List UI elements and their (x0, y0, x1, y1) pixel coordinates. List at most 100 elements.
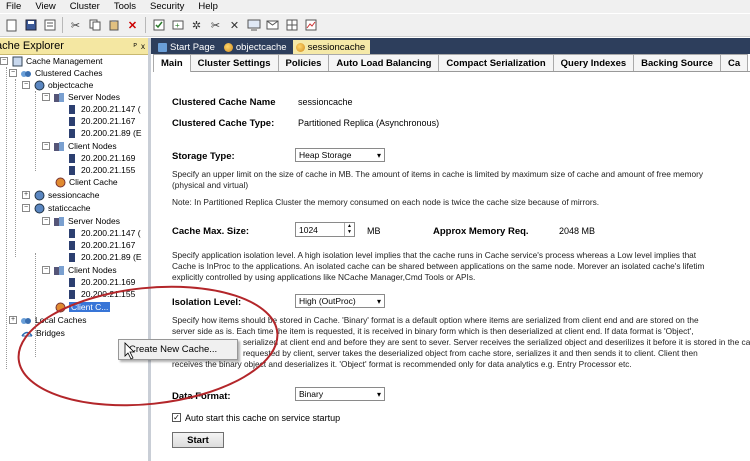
tree-node-client-nodes[interactable]: − Client Nodes (42, 264, 117, 276)
properties-icon[interactable] (150, 17, 167, 34)
isolation-description: explicitly controlled by using applicati… (172, 272, 476, 282)
tab-main[interactable]: Main (153, 54, 191, 72)
collapse-toggle[interactable]: − (9, 69, 17, 77)
tree-node-server-nodes[interactable]: − Server Nodes (42, 91, 120, 103)
tab-sessioncache[interactable]: sessioncache (292, 40, 371, 54)
explorer-title: ache Explorer (0, 40, 64, 52)
cache-max-size-input[interactable]: 1024 ▲ ▼ (295, 222, 355, 237)
tree-node-clustered-caches[interactable]: − Clustered Caches (9, 67, 103, 79)
storage-description: (physical and virtual) (172, 180, 249, 190)
copy-icon[interactable] (86, 17, 103, 34)
tab-policies[interactable]: Policies (277, 54, 330, 71)
cut-icon[interactable]: ✂ (67, 17, 84, 34)
menu-cluster[interactable]: Cluster (64, 1, 108, 12)
format-description: Specify how items should be stored in Ca… (172, 315, 699, 325)
format-description: serialized at client end and before they… (243, 337, 750, 347)
auto-start-checkbox[interactable]: ✓ (172, 413, 181, 422)
tree-node-server-nodes[interactable]: − Server Nodes (42, 215, 120, 227)
tree-node-server-ip[interactable]: 20.200.21.89 (E (66, 251, 142, 263)
menu-security[interactable]: Security (144, 1, 192, 12)
clustered-cache-type-value: Partitioned Replica (Asynchronous) (298, 118, 440, 128)
new-file-icon[interactable] (3, 17, 20, 34)
tree-node-client-ip[interactable]: 20.200.21.155 (66, 288, 135, 300)
tab-auto-load-balancing[interactable]: Auto Load Balancing (328, 54, 440, 71)
chevron-down-icon: ▾ (376, 390, 381, 399)
tab-start-page[interactable]: Start Page (155, 40, 220, 54)
monitor-icon[interactable] (245, 17, 262, 34)
tree-label: staticcache (48, 203, 91, 213)
isolation-description: Cache is InProc to the applications. An … (172, 261, 705, 271)
chart-icon[interactable] (302, 17, 319, 34)
tab-cluster-settings[interactable]: Cluster Settings (189, 54, 279, 71)
tree-node-sessioncache[interactable]: + sessioncache (22, 189, 100, 201)
start-button[interactable]: Start (172, 432, 224, 448)
cache-tab-icon (295, 42, 305, 52)
tree-node-client-ip[interactable]: 20.200.21.155 (66, 164, 135, 176)
settings-icon[interactable]: ✕ (226, 17, 243, 34)
collapse-toggle[interactable]: − (42, 217, 50, 225)
save-icon[interactable] (22, 17, 39, 34)
document-tabs: Start Page objectcache sessioncache (151, 38, 750, 54)
grid-icon[interactable] (283, 17, 300, 34)
tab-ca[interactable]: Ca (719, 54, 749, 71)
tree-node-server-ip[interactable]: 20.200.21.167 (66, 115, 135, 127)
storage-description: Specify an upper limit on the size of ca… (172, 169, 704, 179)
cache-config-content: Main Cluster Settings Policies Auto Load… (151, 54, 750, 461)
tree-node-client-nodes[interactable]: − Client Nodes (42, 140, 117, 152)
tab-backing-source[interactable]: Backing Source (633, 54, 721, 71)
create-new-cache-menu-item[interactable]: Create New Cache... (119, 344, 217, 355)
collapse-toggle[interactable]: − (42, 142, 50, 150)
tree-node-server-ip[interactable]: 20.200.21.147 ( (66, 227, 141, 239)
tree-node-client-ip[interactable]: 20.200.21.169 (66, 276, 135, 288)
toolbar: ✂ ✕ + ✲ ✂ ✕ (0, 14, 750, 37)
email-icon[interactable] (264, 17, 281, 34)
tree-node-objectcache[interactable]: − objectcache (22, 79, 93, 91)
storage-note: Note: In Partitioned Replica Cluster the… (172, 197, 600, 207)
list-icon[interactable] (41, 17, 58, 34)
tree-node-cache-management[interactable]: − Cache Management (0, 55, 103, 67)
tab-compact-serialization[interactable]: Compact Serialization (438, 54, 554, 71)
close-icon[interactable]: x (141, 42, 145, 51)
expand-toggle[interactable]: + (22, 191, 30, 199)
network-icon[interactable]: ✲ (188, 17, 205, 34)
tree-node-client-ip[interactable]: 20.200.21.169 (66, 152, 135, 164)
tree-node-server-ip[interactable]: 20.200.21.89 (E (66, 127, 142, 139)
start-page-icon (158, 42, 167, 52)
collapse-toggle[interactable]: − (42, 266, 50, 274)
expand-toggle[interactable]: + (9, 316, 17, 324)
tree-node-staticcache[interactable]: − staticcache (22, 202, 91, 214)
tree-label: Cache Management (26, 56, 103, 66)
delete-icon[interactable]: ✕ (124, 17, 141, 34)
menu-tools[interactable]: Tools (108, 1, 144, 12)
menu-help[interactable]: Help (192, 1, 226, 12)
collapse-toggle[interactable]: − (42, 93, 50, 101)
pin-icon[interactable]: ᴾ (134, 42, 137, 51)
tree-node-client-cache-selected[interactable]: Client C... (54, 301, 111, 313)
collapse-toggle[interactable]: − (22, 204, 30, 212)
collapse-toggle[interactable]: − (22, 81, 30, 89)
tree-node-bridges[interactable]: Bridges (21, 327, 65, 339)
menu-file[interactable]: File (0, 1, 29, 12)
cache-management-icon (11, 56, 23, 67)
tree-node-server-ip[interactable]: 20.200.21.147 ( (66, 103, 141, 115)
server-icon (66, 252, 78, 263)
clustered-cache-type-label: Clustered Cache Type: (172, 118, 275, 129)
tree-node-local-caches[interactable]: + Local Caches (9, 314, 87, 326)
isolation-level-select[interactable]: High (OutProc) ▾ (295, 294, 385, 308)
chevron-down-icon: ▾ (376, 151, 381, 160)
size-stepper[interactable]: ▲ ▼ (344, 223, 354, 236)
config-subtabs: Main Cluster Settings Policies Auto Load… (153, 54, 750, 72)
tree-node-server-ip[interactable]: 20.200.21.167 (66, 239, 135, 251)
tools-icon[interactable]: ✂ (207, 17, 224, 34)
add-node-icon[interactable]: + (169, 17, 186, 34)
tab-query-indexes[interactable]: Query Indexes (552, 54, 635, 71)
collapse-toggle[interactable]: − (0, 57, 8, 65)
server-nodes-icon (53, 92, 65, 103)
menu-view[interactable]: View (29, 1, 63, 12)
tab-objectcache[interactable]: objectcache (221, 40, 292, 54)
paste-icon[interactable] (105, 17, 122, 34)
data-format-select[interactable]: Binary ▾ (295, 387, 385, 401)
explorer-header: ache Explorer ᴾ x (0, 38, 148, 55)
storage-type-select[interactable]: Heap Storage ▾ (295, 148, 385, 162)
tree-node-client-cache[interactable]: Client Cache (54, 176, 118, 188)
